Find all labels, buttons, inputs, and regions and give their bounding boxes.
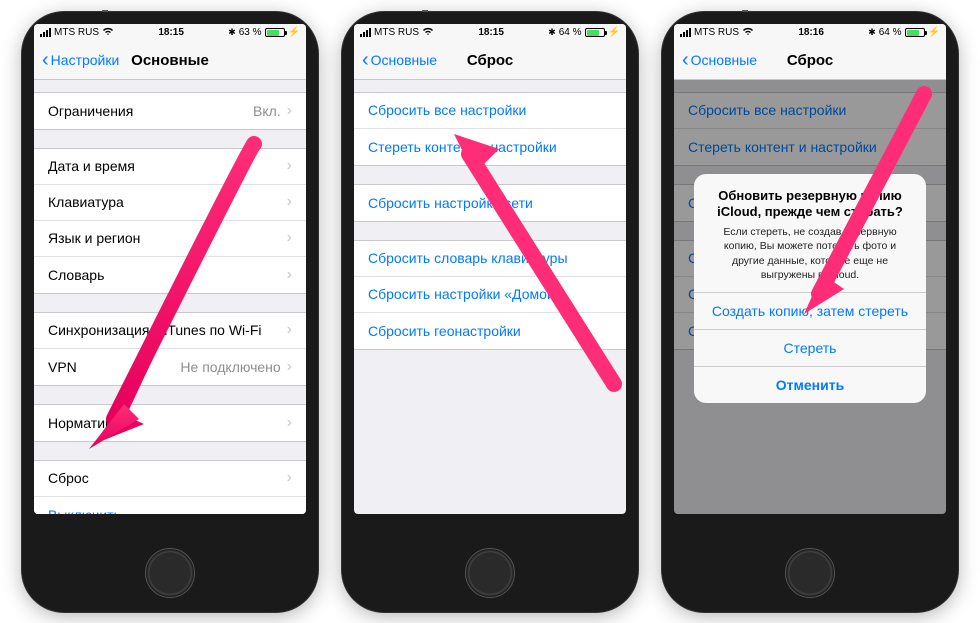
wifi-icon [422,27,434,39]
row-shutdown[interactable]: Выключить [34,497,306,514]
row-datetime[interactable]: Дата и время› [34,149,306,185]
chevron-right-icon: › [287,358,292,376]
settings-list: Ограничения Вкл. › Дата и время› Клавиат… [34,80,306,514]
status-bar: MTS RUS 18:15 ✱ 64 % ⚡ [354,24,626,42]
wifi-icon [742,27,754,39]
alert-dialog: Обновить резервную копию iCloud, прежде … [694,174,926,403]
row-dictionary[interactable]: Словарь› [34,257,306,293]
carrier-label: MTS RUS [54,27,99,38]
nav-bar: ‹ Настройки Основные [34,42,306,80]
screen-1: MTS RUS 18:15 ✱ 63 % ⚡ ‹ Настройки Основ… [34,24,306,514]
chevron-right-icon: › [287,102,292,120]
battery-percent: 63 % [239,27,262,38]
chevron-right-icon: › [287,414,292,432]
battery-percent: 64 % [879,27,902,38]
row-vpn[interactable]: VPNНе подключено› [34,349,306,385]
nav-bar: ‹ Основные Сброс [354,42,626,80]
bluetooth-icon: ✱ [548,27,556,38]
home-button[interactable] [145,548,195,598]
row-reset-keyboard-dict[interactable]: Сбросить словарь клавиатуры [354,241,626,277]
row-reset-all[interactable]: Сбросить все настройки [354,93,626,129]
clock: 18:15 [478,27,504,38]
alert-btn-backup-erase[interactable]: Создать копию, затем стереть [694,292,926,329]
battery-icon [265,28,285,37]
status-bar: MTS RUS 18:15 ✱ 63 % ⚡ [34,24,306,42]
battery-percent: 64 % [559,27,582,38]
phone-frame-2: MTS RUS 18:15 ✱ 64 % ⚡ ‹ Основные Сброс … [342,12,638,612]
page-title: Сброс [674,52,946,69]
phone-frame-3: MTS RUS 18:16 ✱ 64 % ⚡ ‹ Основные Сброс … [662,12,958,612]
row-itunes-wifi[interactable]: Синхронизация с iTunes по Wi-Fi› [34,313,306,349]
carrier-label: MTS RUS [694,27,739,38]
wifi-icon [102,27,114,39]
battery-icon [905,28,925,37]
carrier-label: MTS RUS [374,27,419,38]
signal-icon [680,28,691,37]
row-restrictions[interactable]: Ограничения Вкл. › [34,93,306,129]
alert-message: Если стереть, не создав резервную копию,… [708,225,912,282]
chevron-right-icon: › [287,321,292,339]
home-button[interactable] [465,548,515,598]
screen-3: MTS RUS 18:16 ✱ 64 % ⚡ ‹ Основные Сброс … [674,24,946,514]
phone-frame-1: MTS RUS 18:15 ✱ 63 % ⚡ ‹ Настройки Основ… [22,12,318,612]
chevron-right-icon: › [287,193,292,211]
screen-2: MTS RUS 18:15 ✱ 64 % ⚡ ‹ Основные Сброс … [354,24,626,514]
page-title: Сброс [354,52,626,69]
row-reset[interactable]: Сброс› [34,461,306,497]
reset-list: Сбросить все настройки Стереть контент и… [354,80,626,514]
nav-bar: ‹ Основные Сброс [674,42,946,80]
row-keyboard[interactable]: Клавиатура› [34,185,306,221]
row-reset-location[interactable]: Сбросить геонастройки [354,313,626,349]
row-language[interactable]: Язык и регион› [34,221,306,257]
chevron-right-icon: › [287,229,292,247]
charging-icon: ⚡ [928,27,940,38]
page-title: Основные [34,52,306,69]
row-reset-network[interactable]: Сбросить настройки сети [354,185,626,221]
chevron-right-icon: › [287,266,292,284]
chevron-right-icon: › [287,469,292,487]
home-button[interactable] [785,548,835,598]
charging-icon: ⚡ [288,27,300,38]
row-regulatory[interactable]: Нормативы› [34,405,306,441]
charging-icon: ⚡ [608,27,620,38]
signal-icon [40,28,51,37]
bluetooth-icon: ✱ [228,27,236,38]
signal-icon [360,28,371,37]
alert-btn-cancel[interactable]: Отменить [694,366,926,403]
alert-title: Обновить резервную копию iCloud, прежде … [708,188,912,222]
chevron-right-icon: › [287,157,292,175]
clock: 18:16 [798,27,824,38]
row-reset-home[interactable]: Сбросить настройки «Домой» [354,277,626,313]
bluetooth-icon: ✱ [868,27,876,38]
row-erase-all[interactable]: Стереть контент и настройки [354,129,626,165]
battery-icon [585,28,605,37]
alert-btn-erase[interactable]: Стереть [694,329,926,366]
status-bar: MTS RUS 18:16 ✱ 64 % ⚡ [674,24,946,42]
clock: 18:15 [158,27,184,38]
